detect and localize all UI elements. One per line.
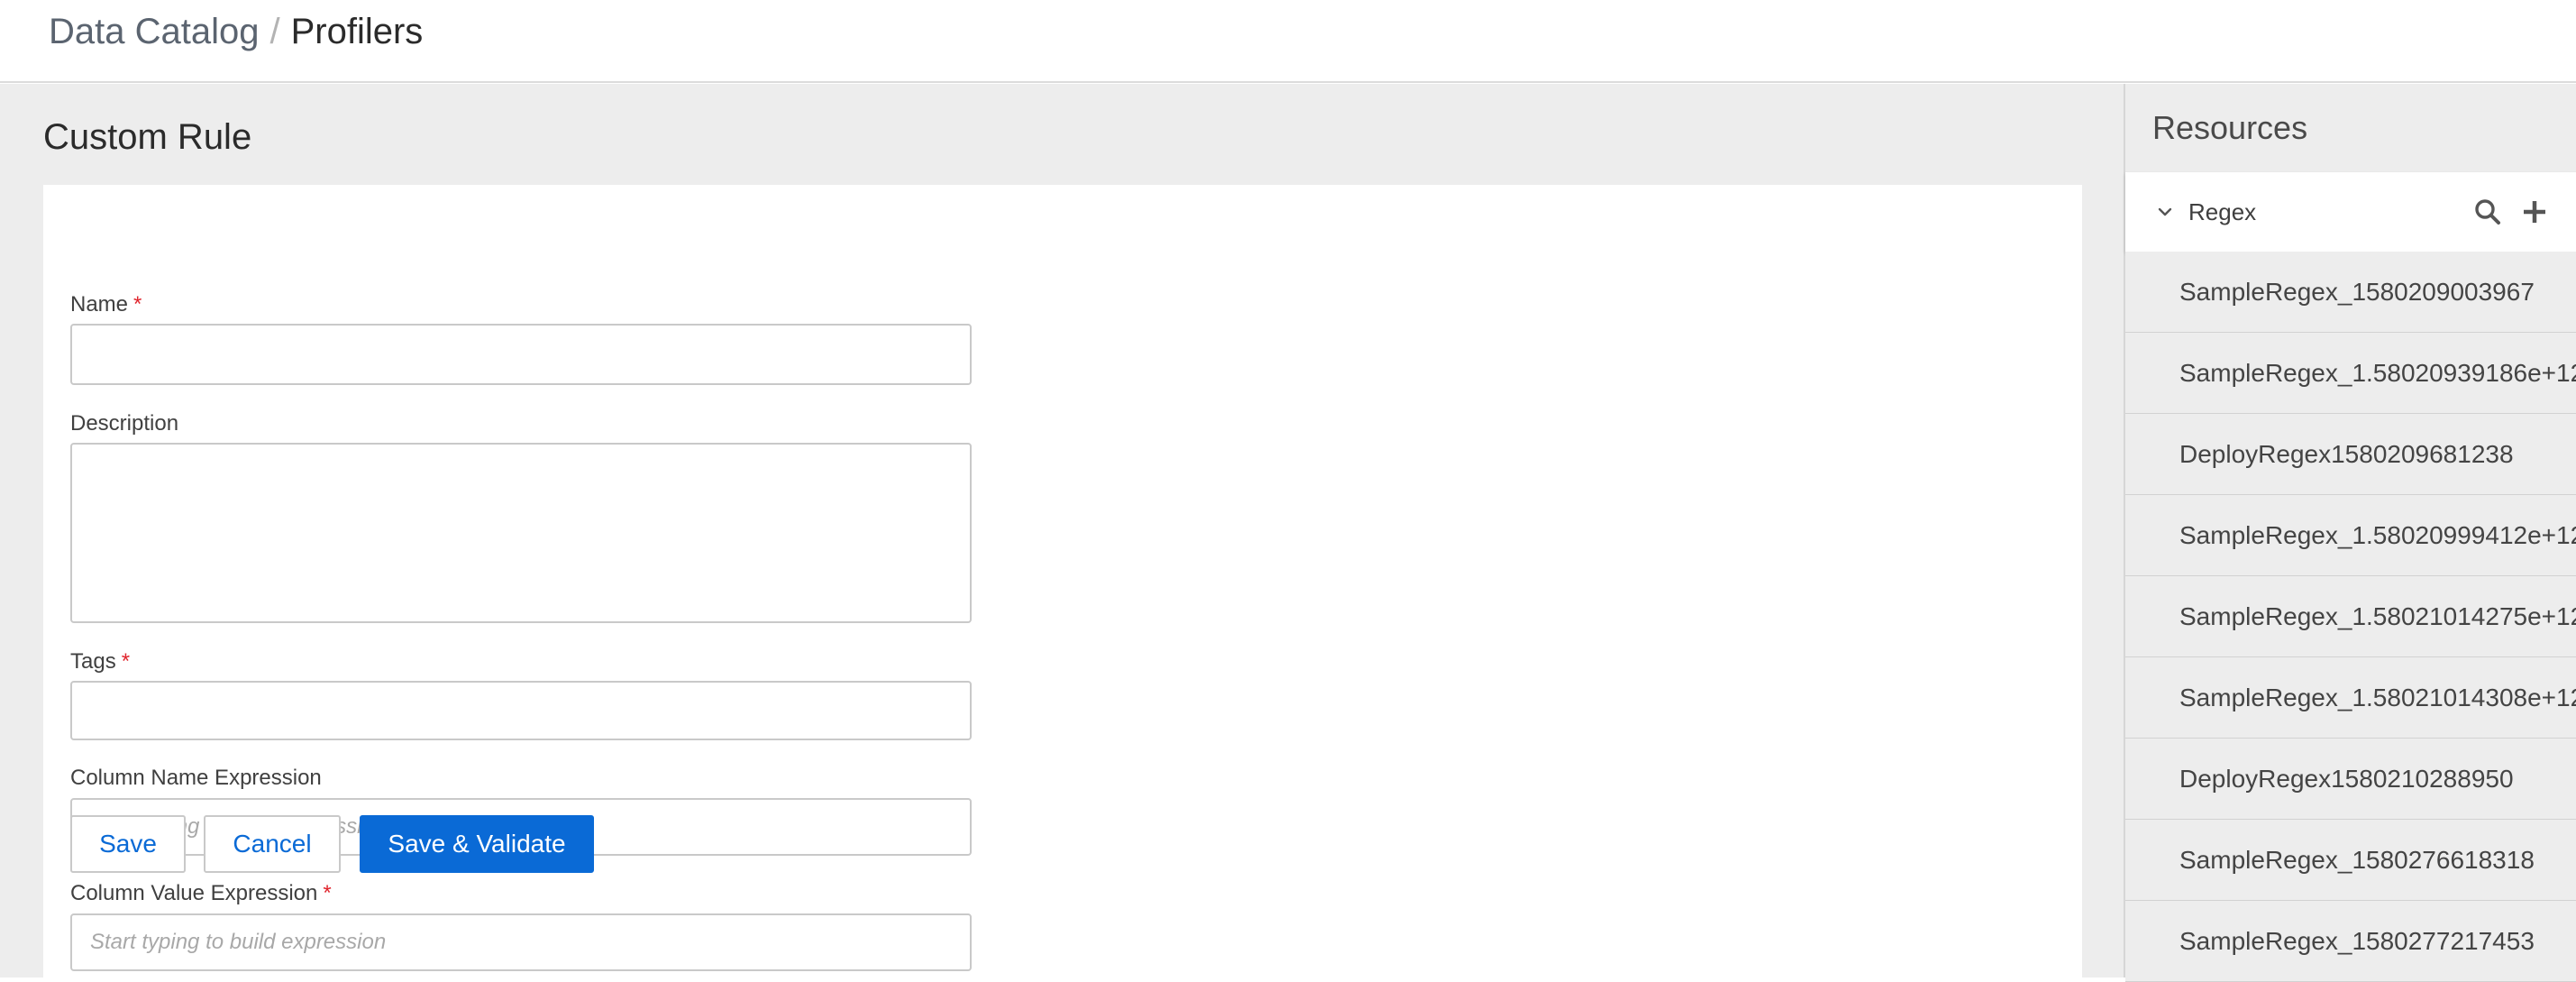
list-item[interactable]: SampleRegex_1.58020939186e+12 [2125, 333, 2576, 414]
resources-panel: Resources Regex SampleRegex_158020900396… [2124, 84, 2576, 982]
page-title: Custom Rule [43, 117, 252, 157]
column-value-expression-label: Column Value Expression * [70, 880, 332, 907]
save-and-validate-button[interactable]: Save & Validate [360, 815, 594, 873]
breadcrumb: Data Catalog / Profilers [49, 9, 423, 54]
top-bar: Data Catalog / Profilers [0, 0, 2576, 83]
column-value-label-text: Column Value Expression [70, 881, 318, 905]
custom-rule-section: Custom Rule Name * Description Tags * Colu… [0, 84, 2124, 978]
save-button[interactable]: Save [70, 815, 186, 873]
list-item[interactable]: SampleRegex_1.58021014275e+12 [2125, 576, 2576, 657]
list-item[interactable]: SampleRegex_1580209003967 [2125, 252, 2576, 333]
description-label: Description [70, 411, 179, 436]
name-label-text: Name [70, 292, 129, 317]
search-icon[interactable] [2471, 196, 2504, 228]
resources-title: Resources [2152, 109, 2308, 146]
column-value-required-marker: * [323, 881, 332, 905]
list-item[interactable]: DeployRegex1580210288950 [2125, 739, 2576, 820]
list-item[interactable]: DeployRegex1580209681238 [2125, 414, 2576, 495]
description-field[interactable] [70, 443, 972, 623]
list-item[interactable]: SampleRegex_1580276618318 [2125, 820, 2576, 901]
name-field[interactable] [70, 324, 972, 385]
breadcrumb-data-catalog[interactable]: Data Catalog [49, 12, 259, 51]
regex-list: SampleRegex_1580209003967 SampleRegex_1.… [2125, 252, 2576, 982]
custom-rule-form: Name * Description Tags * Column Name Expr… [43, 185, 2082, 978]
tags-label: Tags * [70, 648, 130, 675]
cancel-button[interactable]: Cancel [204, 815, 341, 873]
column-value-expression-field[interactable] [70, 913, 972, 971]
chevron-down-icon[interactable] [2152, 199, 2178, 225]
plus-icon[interactable] [2518, 196, 2551, 228]
tags-required-marker: * [121, 649, 131, 674]
column-name-expression-label: Column Name Expression [70, 766, 322, 790]
name-label: Name * [70, 291, 142, 318]
list-item[interactable]: SampleRegex_1.58021014308e+12 [2125, 657, 2576, 739]
tags-label-text: Tags [70, 649, 116, 674]
breadcrumb-profilers: Profilers [290, 12, 424, 51]
regex-group-header[interactable]: Regex [2125, 172, 2576, 252]
tags-field[interactable] [70, 681, 972, 740]
name-required-marker: * [133, 292, 142, 317]
regex-group-label[interactable]: Regex [2188, 196, 2256, 228]
list-item[interactable]: SampleRegex_1580277217453 [2125, 901, 2576, 982]
breadcrumb-separator: / [269, 12, 280, 51]
list-item[interactable]: SampleRegex_1.58020999412e+12 [2125, 495, 2576, 576]
